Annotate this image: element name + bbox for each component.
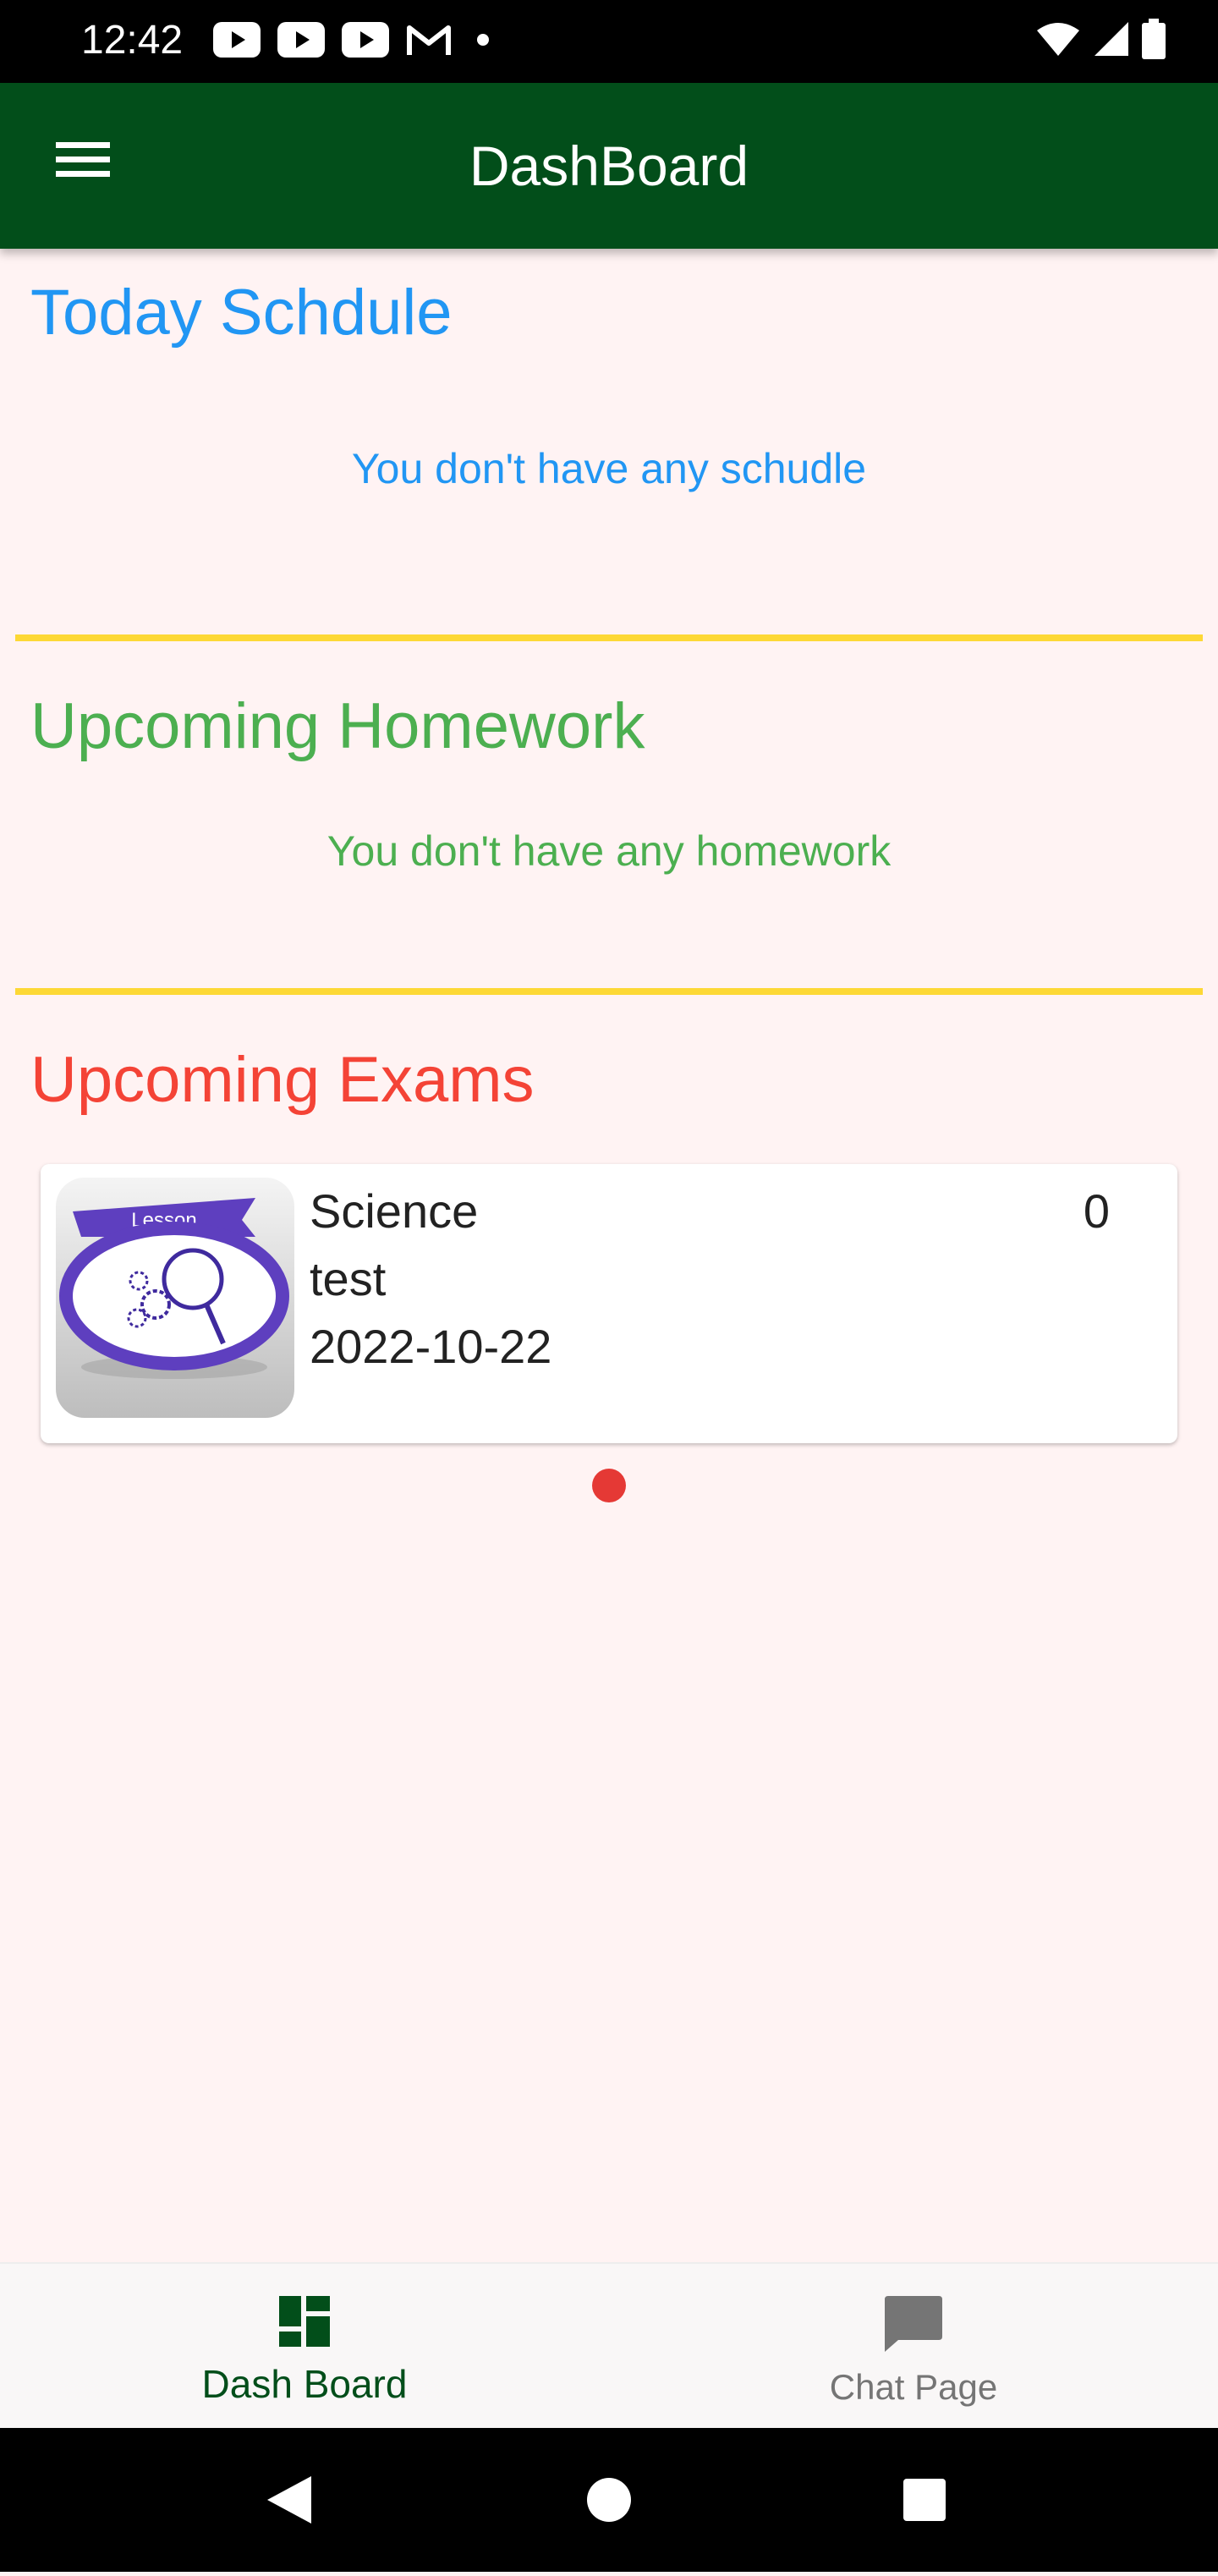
- chat-icon: [885, 2296, 942, 2352]
- page-indicator-dot: [592, 1469, 626, 1502]
- dashboard-icon: [279, 2296, 330, 2347]
- youtube-icon: [277, 22, 325, 58]
- dot-icon: [477, 34, 489, 46]
- exam-subject: Science: [310, 1184, 479, 1238]
- home-icon[interactable]: [541, 2428, 677, 2572]
- exam-details: Science test 2022-10-22: [310, 1178, 551, 1381]
- signal-icon: [1095, 22, 1128, 56]
- system-status-icons: [1035, 19, 1166, 59]
- exam-name: test: [310, 1252, 387, 1305]
- bottom-navigation: Dash Board Chat Page: [0, 2262, 1218, 2428]
- battery-icon: [1142, 19, 1166, 59]
- exams-section-title: Upcoming Exams: [30, 1044, 535, 1116]
- nav-item-chat[interactable]: Chat Page: [609, 2264, 1218, 2430]
- exam-count: 0: [1083, 1184, 1110, 1238]
- recents-icon[interactable]: [856, 2428, 991, 2572]
- nav-label-dashboard: Dash Board: [201, 2362, 408, 2406]
- schedule-empty-message: You don't have any schudle: [351, 445, 867, 492]
- notification-icons: [213, 22, 489, 58]
- page-title: DashBoard: [469, 135, 749, 197]
- section-divider: [15, 988, 1203, 995]
- homework-section-title: Upcoming Homework: [30, 690, 645, 762]
- wifi-icon: [1037, 23, 1079, 56]
- youtube-icon: [213, 22, 261, 58]
- exam-date: 2022-10-22: [310, 1320, 552, 1373]
- nav-label-chat: Chat Page: [829, 2367, 998, 2407]
- system-navigation-bar: [0, 2428, 1218, 2572]
- exam-card[interactable]: Lesson Science test 2022-10-22 0: [41, 1164, 1177, 1443]
- nav-item-dashboard[interactable]: Dash Board: [0, 2264, 609, 2430]
- homework-empty-message: You don't have any homework: [326, 827, 892, 875]
- lesson-image: Lesson: [56, 1178, 294, 1418]
- status-time: 12:42: [81, 18, 184, 63]
- section-divider: [15, 634, 1203, 641]
- schedule-section-title: Today Schdule: [30, 277, 453, 349]
- app-bar: DashBoard: [0, 83, 1218, 249]
- gmail-icon: [407, 25, 451, 55]
- youtube-icon: [342, 22, 389, 58]
- back-icon[interactable]: [223, 2428, 359, 2572]
- status-bar: 12:42: [0, 0, 1218, 83]
